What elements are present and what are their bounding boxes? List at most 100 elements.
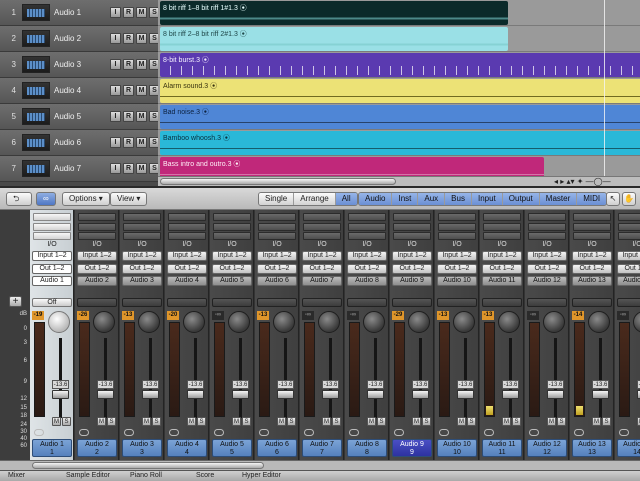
mute-button[interactable]: M	[52, 417, 61, 426]
automation-mode-button[interactable]	[482, 298, 522, 307]
track-m-button[interactable]: M	[136, 163, 147, 174]
track-r-button[interactable]: R	[123, 7, 134, 18]
mute-button[interactable]: M	[367, 417, 376, 426]
output-selector[interactable]: Out 1–2	[347, 264, 387, 274]
channel-name-label[interactable]: Audio 99	[392, 439, 432, 457]
setting-slot[interactable]	[33, 213, 71, 221]
mute-button[interactable]: M	[232, 417, 241, 426]
setting-slot[interactable]	[573, 213, 611, 221]
solo-button[interactable]: S	[512, 417, 521, 426]
volume-readout[interactable]: -13.6	[232, 380, 249, 389]
track-r-button[interactable]: R	[123, 33, 134, 44]
filter-input-button[interactable]: Input	[471, 193, 503, 205]
solo-button[interactable]: S	[332, 417, 341, 426]
insert-slot[interactable]	[123, 232, 161, 240]
track-header[interactable]: 2 Audio 2IRMS	[0, 26, 160, 52]
volume-readout[interactable]: -13.6	[367, 380, 384, 389]
mode-all-button[interactable]: All	[335, 193, 357, 205]
solo-button[interactable]: S	[242, 417, 251, 426]
output-selector[interactable]: Out 1–2	[482, 264, 522, 274]
peak-level-display[interactable]: -13	[122, 311, 134, 320]
channel-name-label[interactable]: Audio 77	[302, 439, 342, 457]
solo-button[interactable]: S	[197, 417, 206, 426]
input-selector[interactable]: Input 1–2	[392, 251, 432, 261]
input-selector[interactable]: Input 1–2	[527, 251, 567, 261]
group-selector[interactable]: Audio 1	[32, 276, 72, 286]
pan-knob[interactable]	[138, 311, 160, 333]
solo-button[interactable]: S	[557, 417, 566, 426]
automation-mode-button[interactable]	[437, 298, 477, 307]
bounce-ring-icon[interactable]	[619, 429, 629, 436]
track-i-button[interactable]: I	[110, 85, 121, 96]
volume-readout[interactable]: -13.6	[457, 380, 474, 389]
track-header[interactable]: 6 Audio 6IRMS	[0, 130, 160, 156]
channel-name-label[interactable]: Audio 11 11	[482, 439, 522, 457]
channel-name-label[interactable]: Audio 1414	[617, 439, 640, 457]
eq-slot[interactable]	[78, 223, 116, 231]
group-selector[interactable]: Audio 13	[572, 276, 612, 286]
tab-score[interactable]: Score	[196, 472, 214, 479]
bounce-ring-icon[interactable]	[124, 429, 134, 436]
setting-slot[interactable]	[483, 213, 521, 221]
eq-slot[interactable]	[123, 223, 161, 231]
group-selector[interactable]: Audio 6	[257, 276, 297, 286]
chain-link-icon[interactable]: ∞	[36, 192, 56, 206]
output-selector[interactable]: Out 1–2	[122, 264, 162, 274]
input-selector[interactable]: Input 1–2	[437, 251, 477, 261]
input-selector[interactable]: Input 1–2	[122, 251, 162, 261]
mute-button[interactable]: M	[277, 417, 286, 426]
track-r-button[interactable]: R	[123, 137, 134, 148]
volume-fader[interactable]	[97, 390, 114, 399]
track-i-button[interactable]: I	[110, 137, 121, 148]
volume-readout[interactable]: -13.6	[52, 380, 69, 389]
bounce-ring-icon[interactable]	[349, 429, 359, 436]
pan-knob[interactable]	[228, 311, 250, 333]
track-i-button[interactable]: I	[110, 111, 121, 122]
bounce-ring-icon[interactable]	[574, 429, 584, 436]
peak-level-display[interactable]: -13	[257, 311, 269, 320]
setting-slot[interactable]	[258, 213, 296, 221]
insert-slot[interactable]	[303, 232, 341, 240]
output-selector[interactable]: Out 1–2	[77, 264, 117, 274]
channel-name-label[interactable]: Audio 88	[347, 439, 387, 457]
insert-slot[interactable]	[618, 232, 640, 240]
input-selector[interactable]: Input 1–2	[347, 251, 387, 261]
setting-slot[interactable]	[528, 213, 566, 221]
group-selector[interactable]: Audio 8	[347, 276, 387, 286]
audio-region[interactable]: Alarm sound.3 ⦿	[160, 79, 640, 103]
channel-name-label[interactable]: Audio 10 10	[437, 439, 477, 457]
volume-fader[interactable]	[502, 390, 519, 399]
output-selector[interactable]: Out 1–2	[212, 264, 252, 274]
bounce-ring-icon[interactable]	[79, 429, 89, 436]
volume-readout[interactable]: -13.6	[97, 380, 114, 389]
volume-readout[interactable]: -13.6	[142, 380, 159, 389]
mute-button[interactable]: M	[187, 417, 196, 426]
bounce-ring-icon[interactable]	[394, 429, 404, 436]
track-name[interactable]: Audio 3	[54, 60, 81, 69]
pan-knob[interactable]	[93, 311, 115, 333]
group-selector[interactable]: Audio 5	[212, 276, 252, 286]
solo-button[interactable]: S	[422, 417, 431, 426]
solo-button[interactable]: S	[602, 417, 611, 426]
eq-slot[interactable]	[33, 223, 71, 231]
bounce-ring-icon[interactable]	[439, 429, 449, 436]
volume-fader[interactable]	[142, 390, 159, 399]
volume-fader[interactable]	[367, 390, 384, 399]
track-r-button[interactable]: R	[123, 59, 134, 70]
tab-sample-editor[interactable]: Sample Editor	[66, 472, 110, 479]
track-name[interactable]: Audio 5	[54, 112, 81, 121]
eq-slot[interactable]	[303, 223, 341, 231]
output-selector[interactable]: Out 1–2	[167, 264, 207, 274]
volume-fader[interactable]	[457, 390, 474, 399]
mute-button[interactable]: M	[97, 417, 106, 426]
track-name[interactable]: Audio 7	[54, 164, 81, 173]
zoom-controls[interactable]: ◂ ▸ ▴▾ ✦ —◯—	[554, 177, 611, 186]
group-selector[interactable]: Audio 7	[302, 276, 342, 286]
automation-mode-button[interactable]	[572, 298, 612, 307]
pan-knob[interactable]	[363, 311, 385, 333]
automation-mode-button[interactable]	[392, 298, 432, 307]
bounce-ring-icon[interactable]	[34, 429, 44, 436]
track-r-button[interactable]: R	[123, 85, 134, 96]
eq-slot[interactable]	[528, 223, 566, 231]
setting-slot[interactable]	[213, 213, 251, 221]
